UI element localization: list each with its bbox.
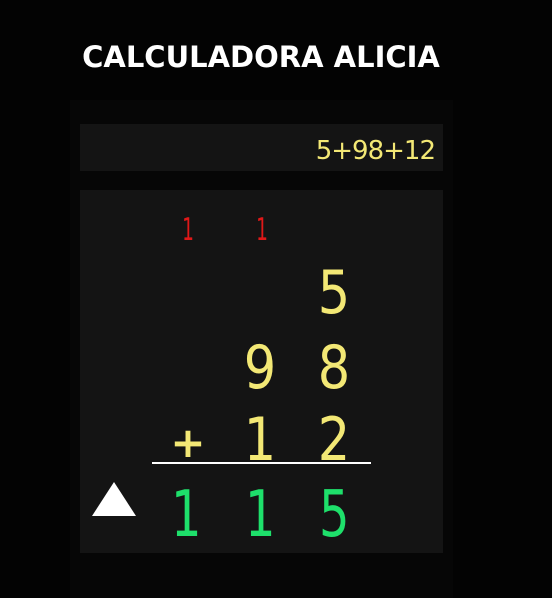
expression-display: 5+98+12 [80,124,443,171]
toggle-keyboard-button[interactable] [82,470,156,542]
calculator-page: CALCULADORA ALICIA 5+98+12 1 1 5 9 8 + 1… [0,0,552,598]
operand-1-units-digit: 5 [317,258,351,328]
operand-2-units-digit: 8 [317,333,351,403]
result-hundreds-digit: 1 [171,478,202,552]
plus-operator: + [170,418,206,467]
result-units-digit: 5 [319,478,350,552]
operand-3-tens-digit: 1 [243,405,277,475]
result-tens-digit: 1 [245,478,276,552]
triangle-up-icon [92,482,136,516]
carry-digit-tens: 1 [256,212,268,248]
expression-text: 5+98+12 [315,136,436,166]
carry-digit-hundreds: 1 [182,212,194,248]
operand-2-tens-digit: 9 [243,333,277,403]
operand-3-units-digit: 2 [317,405,351,475]
app-title: CALCULADORA ALICIA [82,40,440,74]
sum-line [152,462,371,464]
